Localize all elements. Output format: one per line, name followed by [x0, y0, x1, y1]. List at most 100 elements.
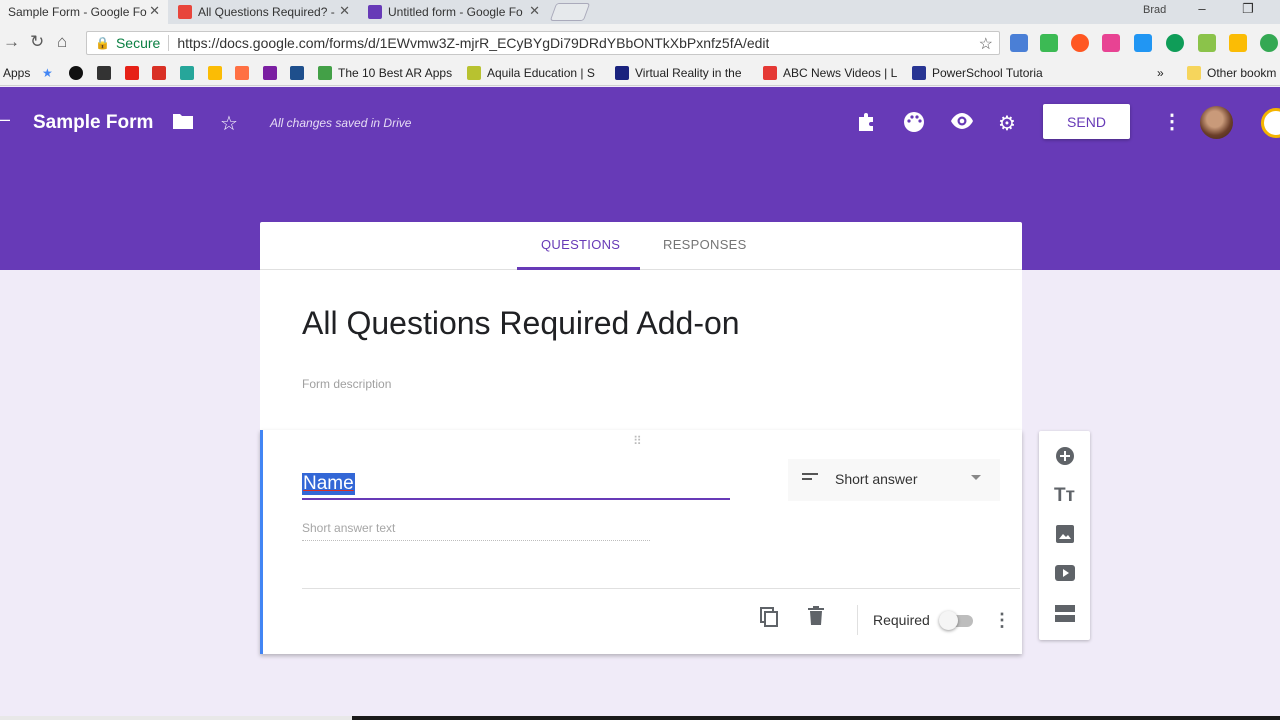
delete-trash-icon[interactable]: [807, 606, 825, 632]
bookmark-label: Aquila Education | S: [487, 66, 595, 80]
bookmark-icon[interactable]: [290, 66, 310, 80]
address-divider: [168, 35, 170, 51]
extension-icon[interactable]: [1134, 34, 1152, 52]
url-text[interactable]: https://docs.google.com/forms/d/1EWvmw3Z…: [177, 35, 769, 51]
chevron-down-icon: [971, 475, 981, 480]
extension-icon[interactable]: [1260, 34, 1278, 52]
taskbar-edge: [0, 716, 1280, 720]
bookmark-apps[interactable]: Apps: [3, 66, 30, 80]
bookmark-label: PowerSchool Tutoria: [932, 66, 1043, 80]
bookmark-icon[interactable]: [180, 66, 200, 80]
secure-label: Secure: [115, 35, 161, 51]
extension-icon[interactable]: [1040, 34, 1058, 52]
minimize-icon[interactable]: –: [1187, 1, 1217, 16]
tab-questions[interactable]: QUESTIONS: [541, 237, 620, 252]
youtube-icon[interactable]: [125, 66, 145, 80]
bookmark-label: Apps: [3, 66, 31, 80]
bookmark-abc-news[interactable]: ABC News Videos | L: [763, 66, 897, 80]
forward-icon[interactable]: →: [3, 32, 20, 52]
form-description-field[interactable]: Form description: [302, 377, 391, 391]
overflow-label: »: [1157, 66, 1164, 80]
chrome-extension-icon[interactable]: [1261, 108, 1280, 138]
add-question-icon[interactable]: [1039, 446, 1090, 472]
required-toggle[interactable]: [939, 611, 958, 630]
question-card[interactable]: ⠿ Name Short answer Short answer text Re…: [260, 430, 1022, 654]
browser-tab-sample-form[interactable]: Sample Form - Google Fo ✕: [0, 0, 168, 24]
home-icon[interactable]: ⌂: [57, 32, 67, 52]
bookmarks-bar: Apps ★ The 10 Best AR Apps Aquila Educat…: [0, 62, 1280, 86]
tab-title: All Questions Required? -: [198, 5, 335, 19]
browser-tabstrip: Sample Form - Google Fo ✕ All Questions …: [0, 0, 1280, 24]
reload-icon[interactable]: ↻: [30, 32, 44, 52]
question-type-label: Short answer: [835, 471, 918, 487]
extension-icon[interactable]: [1010, 34, 1028, 52]
form-title[interactable]: Sample Form: [33, 112, 153, 134]
send-button[interactable]: SEND: [1043, 104, 1130, 139]
bookmark-icon[interactable]: [69, 66, 89, 80]
bookmarks-overflow-button[interactable]: »: [1157, 66, 1164, 80]
addons-puzzle-icon[interactable]: [856, 111, 878, 139]
bookmark-label: Virtual Reality in the: [635, 66, 742, 80]
forms-favicon-icon: [368, 5, 382, 19]
question-more-icon[interactable]: ⋮: [993, 610, 1011, 631]
tab-title: Untitled form - Google Fo: [388, 5, 523, 19]
close-icon[interactable]: ✕: [149, 3, 160, 19]
save-status: All changes saved in Drive: [270, 116, 412, 130]
back-arrow-icon[interactable]: ‒: [0, 109, 10, 130]
bookmark-label: The 10 Best AR Apps: [338, 66, 453, 80]
question-title[interactable]: Name: [302, 473, 355, 495]
extension-icon[interactable]: [1166, 34, 1184, 52]
gmail-icon[interactable]: [152, 66, 172, 80]
short-answer-icon: [802, 469, 820, 485]
question-type-dropdown[interactable]: Short answer: [788, 459, 1000, 501]
extension-icon[interactable]: [1071, 34, 1089, 52]
add-title-icon[interactable]: Tт: [1039, 485, 1090, 507]
required-label: Required: [873, 612, 930, 628]
preview-eye-icon[interactable]: [950, 111, 974, 137]
star-icon[interactable]: ★: [42, 66, 53, 80]
close-icon[interactable]: ✕: [529, 3, 540, 19]
drag-handle-icon[interactable]: ⠿: [633, 434, 643, 448]
bookmark-star-icon[interactable]: ☆: [979, 34, 993, 54]
add-image-icon[interactable]: [1039, 525, 1090, 549]
bookmark-ar-apps[interactable]: The 10 Best AR Apps: [318, 66, 452, 80]
question-title-field[interactable]: Name: [302, 470, 730, 500]
active-tab-indicator: [517, 267, 640, 270]
avatar[interactable]: [1200, 106, 1233, 139]
form-title-card: QUESTIONS RESPONSES All Questions Requir…: [260, 222, 1022, 430]
add-section-icon[interactable]: [1039, 605, 1090, 629]
more-options-icon[interactable]: ⋮: [1162, 109, 1182, 134]
duplicate-icon[interactable]: [758, 606, 780, 634]
drive-icon[interactable]: [1229, 34, 1247, 52]
editor-tabs: QUESTIONS RESPONSES: [260, 222, 1022, 270]
bookmark-label: ABC News Videos | L: [783, 66, 898, 80]
bookmark-aquila[interactable]: Aquila Education | S: [467, 66, 595, 80]
drive-icon[interactable]: [208, 66, 228, 80]
bookmark-powerschool[interactable]: PowerSchool Tutoria: [912, 66, 1043, 80]
close-icon[interactable]: ✕: [339, 3, 350, 19]
bookmark-label: Other bookm: [1207, 66, 1277, 80]
add-video-icon[interactable]: [1039, 565, 1090, 587]
window-user-label: Brad: [1143, 4, 1167, 16]
question-side-toolbar: Tт: [1039, 431, 1090, 640]
address-bar[interactable]: 🔒 Secure https://docs.google.com/forms/d…: [86, 31, 1000, 55]
extension-icon[interactable]: [1102, 34, 1120, 52]
browser-tab-all-questions[interactable]: All Questions Required? - ✕: [170, 0, 358, 24]
new-tab-button[interactable]: [549, 3, 591, 21]
extension-icon[interactable]: [1198, 34, 1216, 52]
bookmark-icon[interactable]: [235, 66, 255, 80]
star-icon[interactable]: ☆: [220, 111, 238, 136]
favicon-icon: [178, 5, 192, 19]
lock-icon: 🔒: [95, 36, 110, 50]
bookmark-virtual-reality[interactable]: Virtual Reality in the: [615, 66, 742, 80]
palette-icon[interactable]: [903, 111, 925, 139]
form-heading[interactable]: All Questions Required Add-on: [302, 305, 740, 342]
bookmark-other[interactable]: Other bookm: [1187, 66, 1276, 80]
restore-icon[interactable]: ❐: [1233, 1, 1263, 17]
bookmark-icon[interactable]: [97, 66, 117, 80]
folder-icon[interactable]: [172, 111, 194, 137]
bookmark-icon[interactable]: [263, 66, 283, 80]
browser-tab-untitled-form[interactable]: Untitled form - Google Fo ✕: [360, 0, 548, 24]
tab-responses[interactable]: RESPONSES: [663, 237, 747, 252]
settings-gear-icon[interactable]: ⚙: [998, 111, 1016, 136]
